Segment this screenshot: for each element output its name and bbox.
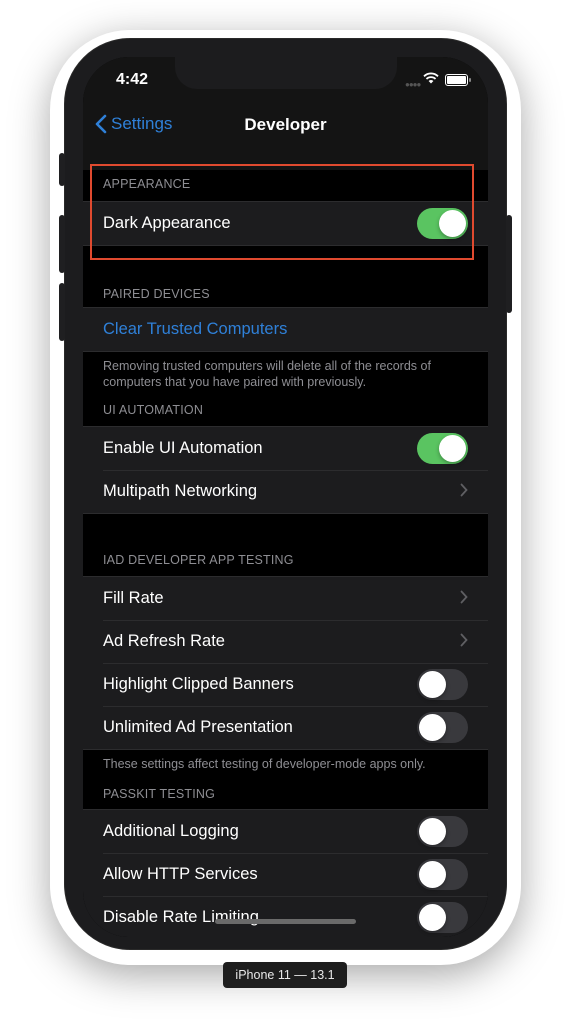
row-multipath-networking[interactable]: Multipath Networking: [83, 470, 488, 513]
row-label: Multipath Networking: [103, 482, 258, 500]
cellular-signal-icon: ●●●●: [405, 80, 421, 89]
disable-rate-limiting-toggle[interactable]: [417, 902, 468, 933]
row-label: Ad Refresh Rate: [103, 632, 225, 650]
row-label: Additional Logging: [103, 822, 239, 840]
row-unlimited-ad-presentation: Unlimited Ad Presentation: [83, 706, 488, 749]
chevron-right-icon: [460, 590, 468, 604]
row-dark-appearance: Dark Appearance: [83, 202, 488, 245]
row-label: Fill Rate: [103, 589, 164, 607]
group-passkit: Additional Logging Allow HTTP Services D…: [83, 809, 488, 937]
group-paired-devices: Clear Trusted Computers: [83, 307, 488, 352]
row-label: Disable Rate Limiting: [103, 908, 259, 926]
navigation-bar: Settings Developer: [83, 103, 488, 170]
device-label: iPhone 11 — 13.1: [223, 962, 347, 988]
power-button: [506, 215, 512, 313]
chevron-right-icon: [460, 633, 468, 647]
row-additional-logging: Additional Logging: [83, 810, 488, 853]
home-indicator[interactable]: [215, 919, 356, 924]
allow-http-services-toggle[interactable]: [417, 859, 468, 890]
chevron-right-icon: [460, 483, 468, 497]
dark-appearance-toggle[interactable]: [417, 208, 468, 239]
row-label: Enable UI Automation: [103, 439, 263, 457]
section-header-passkit: PASSKIT TESTING: [103, 787, 216, 801]
row-label: Allow HTTP Services: [103, 865, 258, 883]
section-header-paired-devices: PAIRED DEVICES: [103, 287, 210, 301]
highlight-clipped-banners-toggle[interactable]: [417, 669, 468, 700]
wifi-icon: [423, 72, 439, 84]
row-ad-refresh-rate[interactable]: Ad Refresh Rate: [83, 620, 488, 663]
settings-list: APPEARANCE Dark Appearance PAIRED DEVICE…: [83, 170, 488, 937]
enable-ui-automation-toggle[interactable]: [417, 433, 468, 464]
battery-icon: [445, 74, 471, 86]
iad-footer: These settings affect testing of develop…: [103, 757, 426, 771]
row-label: Dark Appearance: [103, 214, 231, 232]
row-allow-http-services: Allow HTTP Services: [83, 853, 488, 896]
row-label: Unlimited Ad Presentation: [103, 718, 293, 736]
section-header-ui-automation: UI AUTOMATION: [103, 403, 204, 417]
group-appearance: Dark Appearance: [83, 201, 488, 246]
mute-switch: [59, 153, 65, 186]
row-highlight-clipped-banners: Highlight Clipped Banners: [83, 663, 488, 706]
page-title: Developer: [244, 115, 327, 134]
row-label: Highlight Clipped Banners: [103, 675, 294, 693]
device-screen: 4:42 ●●●● Settings Developer APPEARANCE …: [83, 57, 488, 937]
section-header-iad: IAD DEVELOPER APP TESTING: [103, 553, 294, 567]
group-ui-automation: Enable UI Automation Multipath Networkin…: [83, 426, 488, 514]
section-header-appearance: APPEARANCE: [103, 177, 191, 191]
row-disable-rate-limiting: Disable Rate Limiting: [83, 896, 488, 937]
clear-trusted-computers-button[interactable]: Clear Trusted Computers: [83, 308, 488, 351]
row-enable-ui-automation: Enable UI Automation: [83, 427, 488, 470]
volume-down-button: [59, 283, 65, 341]
status-time: 4:42: [116, 71, 149, 88]
row-fill-rate[interactable]: Fill Rate: [83, 577, 488, 620]
group-iad: Fill Rate Ad Refresh Rate Highlight Clip…: [83, 576, 488, 750]
additional-logging-toggle[interactable]: [417, 816, 468, 847]
unlimited-ad-presentation-toggle[interactable]: [417, 712, 468, 743]
paired-devices-footer: Removing trusted computers will delete a…: [103, 359, 431, 389]
volume-up-button: [59, 215, 65, 273]
notch: [175, 57, 397, 89]
